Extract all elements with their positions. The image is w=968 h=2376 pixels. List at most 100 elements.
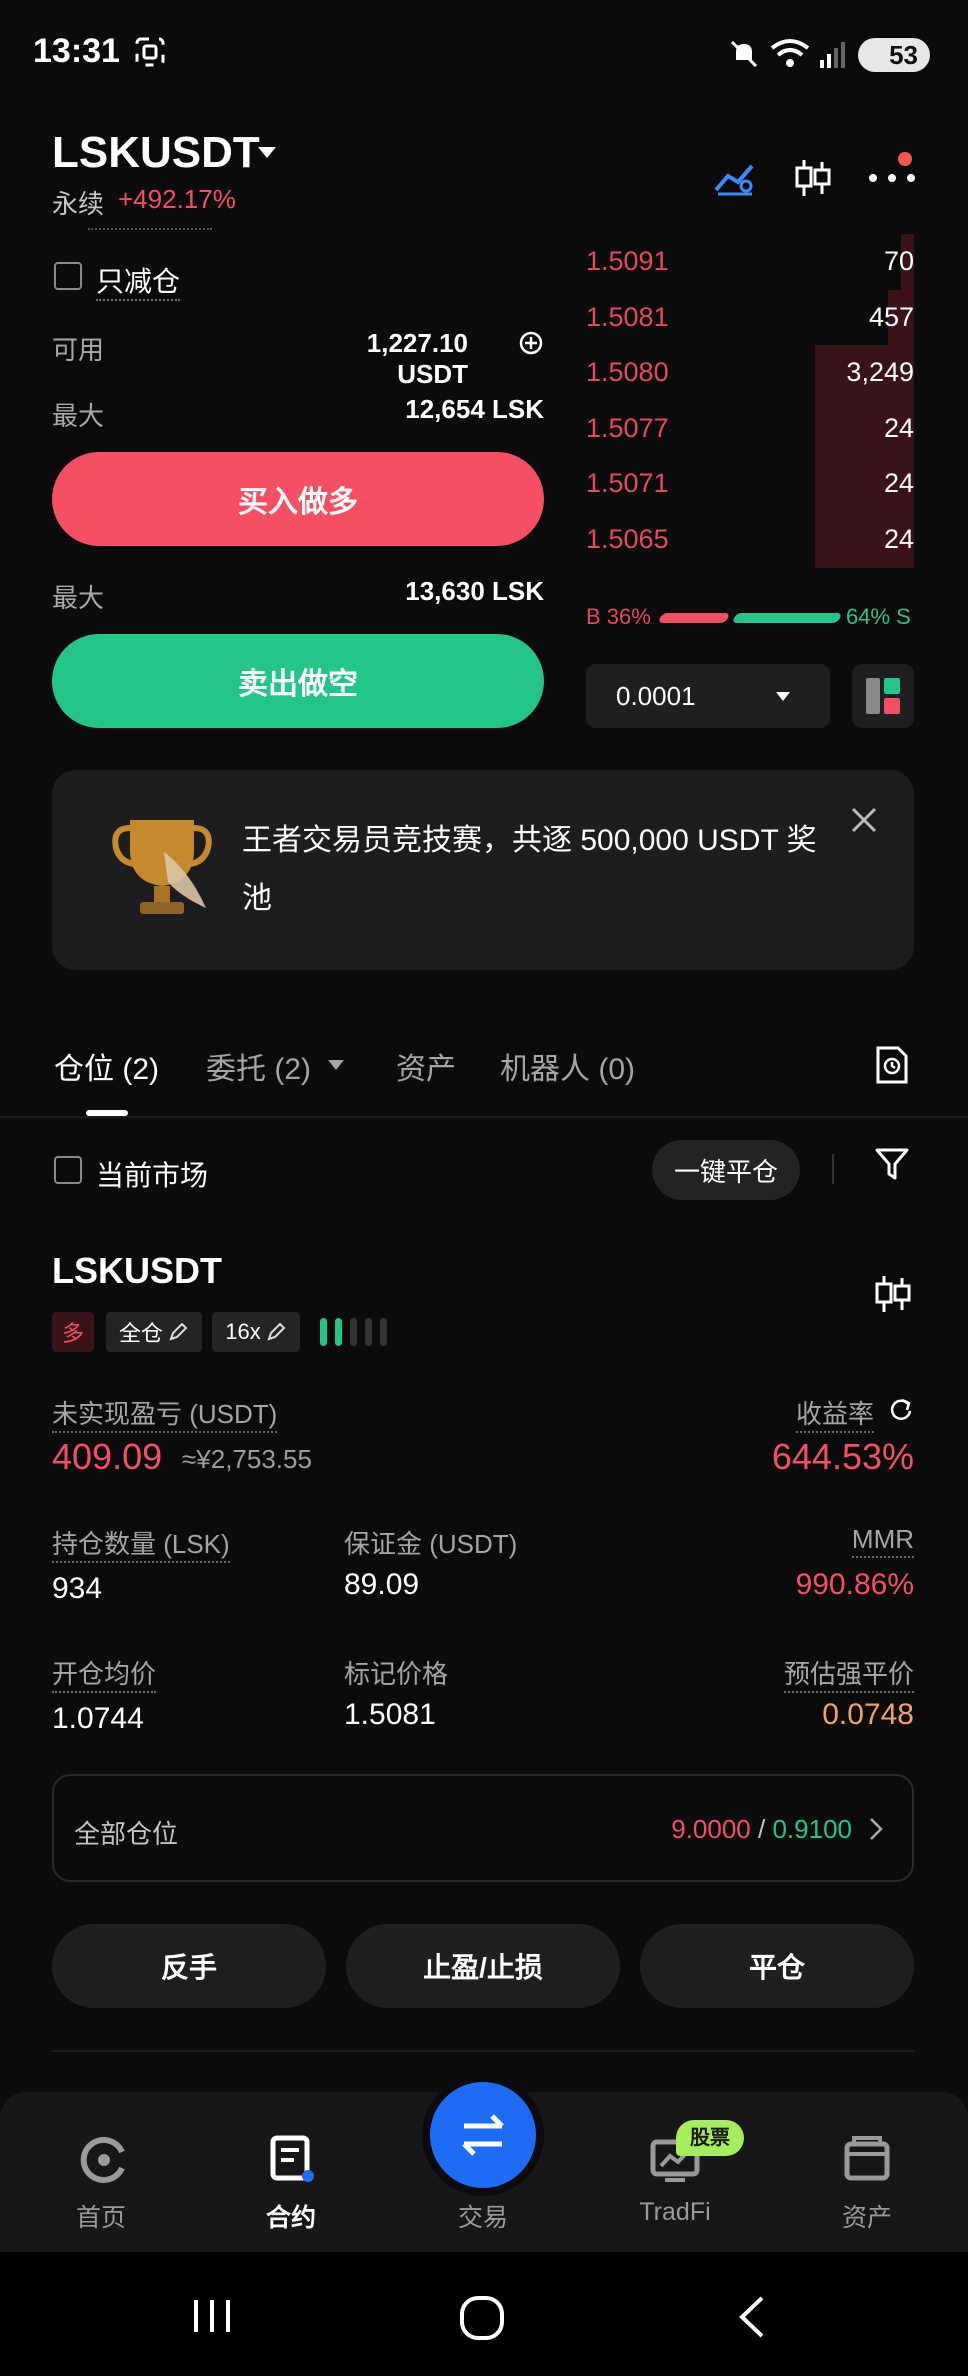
chart-toggle-icon[interactable] (706, 150, 762, 206)
ask-price: 1.5077 (586, 412, 669, 443)
wifi-icon (770, 39, 810, 67)
orderbook-row[interactable]: 1.5080 3,249 (584, 345, 914, 401)
history-icon[interactable] (874, 1044, 910, 1086)
chevron-right-icon (870, 1818, 883, 1840)
orders-dropdown-icon[interactable] (328, 1060, 344, 1070)
all-positions-tpsl: 9.0000 / 0.9100 (560, 1814, 852, 1845)
reverse-button[interactable]: 反手 (52, 1924, 326, 2008)
nav-assets[interactable]: 资产 (802, 2130, 932, 2232)
leverage-label: 16x (225, 1319, 261, 1344)
card-divider (52, 2050, 914, 2052)
position-chart-icon[interactable] (872, 1274, 912, 1314)
refresh-icon[interactable] (888, 1396, 914, 1422)
orderbook-row[interactable]: 1.5091 70 (584, 234, 914, 290)
filter-divider (832, 1154, 834, 1184)
all-positions-tp: 9.0000 (671, 1814, 751, 1844)
edit-icon (267, 1322, 286, 1341)
entry-price-label: 开仓均价 (52, 1654, 157, 1693)
precision-select[interactable]: 0.0001 (586, 664, 830, 728)
ask-quantity: 3,249 (846, 357, 914, 387)
max-buy-label: 最大 (52, 401, 105, 431)
sell-ratio-bar (731, 613, 843, 623)
leverage-badge[interactable]: 16x (212, 1312, 300, 1352)
add-funds-icon[interactable] (518, 330, 544, 356)
notification-dot (898, 152, 912, 166)
edit-icon (169, 1322, 188, 1341)
screenshot-icon (135, 37, 165, 67)
home-icon (80, 2137, 125, 2183)
margin-mode-label: 全仓 (118, 1321, 163, 1346)
ask-quantity: 457 (868, 301, 914, 332)
mark-price-value: 1.5081 (344, 1698, 436, 1731)
symbol-dropdown-icon[interactable] (258, 147, 276, 158)
mute-icon (730, 40, 758, 68)
buy-long-button[interactable]: 买入做多 (52, 452, 544, 546)
tab-divider (0, 1116, 968, 1118)
status-time: 13:31 (33, 32, 120, 70)
roe-value: 644.53% (771, 1436, 914, 1477)
system-nav-bar (0, 2252, 968, 2376)
current-market-checkbox[interactable] (54, 1156, 82, 1184)
max-sell-label: 最大 (52, 583, 105, 613)
tpsl-button[interactable]: 止盈/止损 (346, 1924, 620, 2008)
candlestick-icon[interactable] (784, 150, 840, 206)
position-symbol[interactable]: LSKUSDT (52, 1250, 222, 1292)
ask-quantity: 70 (883, 246, 914, 276)
orderbook-row[interactable]: 1.5065 24 (584, 511, 914, 568)
max-buy-value: 12,654 LSK (405, 394, 544, 424)
home-system-icon[interactable] (458, 2294, 506, 2342)
stock-tag: 股票 (676, 2120, 744, 2156)
roe-label[interactable]: 收益率 (796, 1394, 875, 1433)
margin-value: 89.09 (344, 1568, 420, 1601)
unrealized-pnl-cny: ≈¥2,753.55 (182, 1444, 312, 1474)
filter-icon[interactable] (874, 1146, 910, 1182)
all-positions-sl: 0.9100 (772, 1814, 852, 1844)
trophy-icon (112, 820, 212, 914)
orderbook-row[interactable]: 1.5071 24 (584, 456, 914, 512)
unrealized-pnl-label: 未实现盈亏 (USDT) (52, 1394, 278, 1433)
all-positions-label: 全部仓位 (74, 1819, 179, 1849)
tab-positions[interactable]: 仓位 (2) (54, 1044, 159, 1088)
reduce-only-label: 只减仓 (96, 260, 181, 301)
ask-price: 1.5065 (586, 523, 669, 554)
nav-trade-label: 交易 (457, 2204, 508, 2232)
sell-short-button[interactable]: 卖出做空 (52, 634, 544, 728)
orderbook-row[interactable]: 1.5077 24 (584, 400, 914, 457)
price-change: +492.17% (118, 184, 236, 214)
tab-assets[interactable]: 资产 (396, 1044, 456, 1088)
adl-indicator-icon (320, 1318, 387, 1346)
layout-icon (866, 678, 900, 714)
margin-label: 保证金 (USDT) (344, 1529, 518, 1559)
max-sell-value: 13,630 LSK (405, 576, 544, 606)
nav-home[interactable]: 首页 (36, 2130, 166, 2232)
margin-mode-badge[interactable]: 全仓 (106, 1312, 202, 1352)
orderbook-row[interactable]: 1.5081 457 (584, 289, 914, 346)
close-icon[interactable] (850, 806, 878, 834)
orderbook-layout-button[interactable] (852, 664, 914, 728)
ask-price: 1.5080 (586, 357, 669, 387)
side-badge: 多 (52, 1312, 94, 1352)
trade-button[interactable] (430, 2082, 536, 2188)
buy-ratio: B 36% (586, 604, 651, 629)
wallet-icon (844, 2136, 890, 2181)
tab-orders[interactable]: 委托 (2) (206, 1044, 311, 1088)
mmr-value: 990.86% (795, 1568, 914, 1601)
close-position-button[interactable]: 平仓 (640, 1924, 914, 2008)
recents-icon[interactable] (190, 2296, 234, 2336)
tab-bots[interactable]: 机器人 (0) (500, 1044, 635, 1088)
change-underline (88, 228, 212, 230)
contract-type: 永续 (52, 189, 105, 219)
nav-futures[interactable]: 合约 (226, 2130, 356, 2232)
back-icon[interactable] (736, 2294, 768, 2340)
close-all-button[interactable]: 一键平仓 (652, 1140, 800, 1200)
signal-icon (820, 42, 845, 68)
symbol-title[interactable]: LSKUSDT (52, 128, 260, 178)
buy-ratio-bar (657, 613, 731, 623)
ask-quantity: 24 (883, 523, 914, 554)
precision-dropdown-icon[interactable] (776, 692, 790, 701)
liq-price-label: 预估强平价 (700, 1654, 914, 1693)
banner-text: 王者交易员竞技赛，共逐 500,000 USDT 奖池 (242, 824, 817, 915)
current-market-label: 当前市场 (96, 1160, 209, 1191)
reduce-only-checkbox[interactable] (54, 262, 82, 290)
ask-price: 1.5081 (586, 301, 669, 332)
